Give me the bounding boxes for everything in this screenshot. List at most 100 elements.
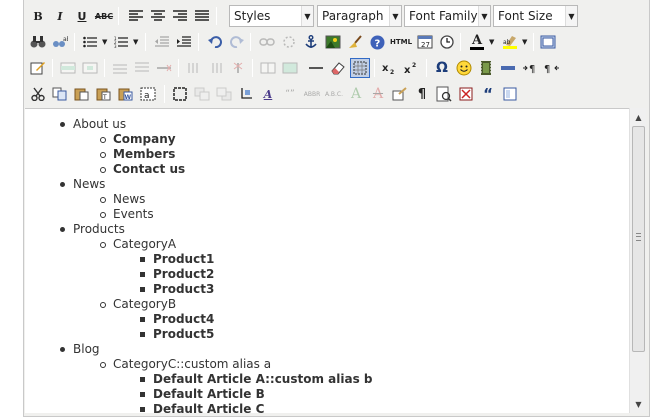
cell-props-button[interactable]: [80, 58, 100, 78]
nonbreaking-space-button[interactable]: [498, 58, 518, 78]
unlink-button[interactable]: [279, 32, 299, 52]
row-props-button[interactable]: [58, 58, 78, 78]
font-color-button[interactable]: A: [467, 32, 487, 52]
help-button[interactable]: ?: [367, 32, 387, 52]
list-item[interactable]: News: [73, 177, 105, 191]
attributes-button[interactable]: [390, 84, 410, 104]
list-item[interactable]: CategoryA: [113, 237, 176, 251]
chevron-down-icon[interactable]: ▼: [133, 38, 138, 46]
split-cells-button[interactable]: [258, 58, 278, 78]
insert-layer-button[interactable]: [170, 84, 190, 104]
list-item[interactable]: Company: [113, 132, 176, 146]
format-dropdown[interactable]: Paragraph ▼: [317, 5, 402, 27]
paste-word-button[interactable]: W: [116, 84, 136, 104]
paste-button[interactable]: [72, 84, 92, 104]
insert-time-button[interactable]: [437, 32, 457, 52]
subscript-button[interactable]: x2: [380, 58, 400, 78]
list-item[interactable]: Members: [113, 147, 175, 161]
indent-button[interactable]: [174, 32, 194, 52]
insert-row-after-button[interactable]: [132, 58, 152, 78]
image-button[interactable]: [323, 32, 343, 52]
copy-button[interactable]: [50, 84, 70, 104]
preview-button[interactable]: [500, 84, 520, 104]
ltr-button[interactable]: ¶: [520, 58, 540, 78]
list-item[interactable]: Product3: [153, 282, 214, 296]
cut-button[interactable]: [28, 84, 48, 104]
anchor-button[interactable]: [301, 32, 321, 52]
visual-chars-button[interactable]: ¶: [412, 84, 432, 104]
template-button[interactable]: [434, 84, 454, 104]
move-forward-button[interactable]: [192, 84, 212, 104]
chevron-down-icon[interactable]: ▼: [522, 38, 527, 46]
blockquote-button[interactable]: “: [478, 84, 498, 104]
align-right-button[interactable]: [170, 6, 190, 26]
outdent-button[interactable]: [152, 32, 172, 52]
visual-aid-button[interactable]: [350, 58, 370, 78]
vertical-scrollbar[interactable]: ▲ ▼: [629, 108, 646, 413]
edit-css-button[interactable]: [28, 58, 48, 78]
underline-button[interactable]: U: [72, 6, 92, 26]
paste-text-button[interactable]: T: [94, 84, 114, 104]
undo-button[interactable]: [205, 32, 225, 52]
fullscreen-button[interactable]: [538, 32, 558, 52]
rtl-button[interactable]: ¶: [542, 58, 562, 78]
list-item[interactable]: Blog: [73, 342, 100, 356]
redo-button[interactable]: [227, 32, 247, 52]
chevron-down-icon[interactable]: ▼: [102, 38, 107, 46]
absolute-button[interactable]: [236, 84, 256, 104]
list-item[interactable]: Default Article B: [153, 387, 265, 401]
abbr-button[interactable]: ABBR: [302, 84, 322, 104]
italic-button[interactable]: I: [50, 6, 70, 26]
merge-cells-button[interactable]: [280, 58, 300, 78]
styleprops-button[interactable]: A: [258, 84, 278, 104]
list-item[interactable]: News: [113, 192, 145, 206]
acronym-button[interactable]: A.B.C.: [324, 84, 344, 104]
list-item[interactable]: CategoryB: [113, 297, 176, 311]
insert-row-before-button[interactable]: [110, 58, 130, 78]
styles-dropdown[interactable]: Styles ▼: [229, 5, 314, 27]
list-item[interactable]: Products: [73, 222, 125, 236]
insert-col-before-button[interactable]: [184, 58, 204, 78]
chevron-down-icon[interactable]: ▼: [489, 38, 494, 46]
list-item[interactable]: Product4: [153, 312, 214, 326]
strikethrough-button[interactable]: ABC: [94, 6, 114, 26]
font-family-dropdown[interactable]: Font Family ▼: [404, 5, 491, 27]
link-button[interactable]: [257, 32, 277, 52]
insert-col-after-button[interactable]: [206, 58, 226, 78]
list-item[interactable]: About us: [73, 117, 126, 131]
highlight-color-button[interactable]: ab: [500, 32, 520, 52]
cleanup-button[interactable]: [345, 32, 365, 52]
insert-date-button[interactable]: 27: [415, 32, 435, 52]
horizontal-rule-button[interactable]: [306, 58, 326, 78]
delete-col-button[interactable]: [228, 58, 248, 78]
font-size-dropdown[interactable]: Font Size ▼: [493, 5, 578, 27]
list-item[interactable]: Events: [113, 207, 154, 221]
find-button[interactable]: [28, 32, 48, 52]
special-char-button[interactable]: Ω: [432, 58, 452, 78]
cite-button[interactable]: “”: [280, 84, 300, 104]
delete-text-button[interactable]: A: [346, 84, 366, 104]
list-item[interactable]: Default Article A::custom alias b: [153, 372, 373, 386]
bold-button[interactable]: B: [28, 6, 48, 26]
insert-text-button[interactable]: A: [368, 84, 388, 104]
delete-row-button[interactable]: [154, 58, 174, 78]
editor-content-area[interactable]: About us Company Members Contact us News News…: [25, 108, 629, 413]
remove-format-button[interactable]: [328, 58, 348, 78]
superscript-button[interactable]: x2: [402, 58, 422, 78]
bullet-list-button[interactable]: [80, 32, 100, 52]
align-center-button[interactable]: [148, 6, 168, 26]
select-all-button[interactable]: a: [138, 84, 158, 104]
list-item[interactable]: Contact us: [113, 162, 185, 176]
list-item[interactable]: Default Article C: [153, 402, 264, 413]
list-item[interactable]: Product5: [153, 327, 214, 341]
align-left-button[interactable]: [126, 6, 146, 26]
emoticons-button[interactable]: [454, 58, 474, 78]
scroll-up-icon[interactable]: ▲: [630, 109, 647, 125]
scrollbar-thumb[interactable]: [632, 126, 645, 352]
replace-button[interactable]: ab: [50, 32, 70, 52]
list-item[interactable]: Product1: [153, 252, 214, 266]
media-button[interactable]: [476, 58, 496, 78]
html-source-button[interactable]: HTML: [389, 32, 413, 52]
list-item[interactable]: Product2: [153, 267, 214, 281]
numbered-list-button[interactable]: 123: [111, 32, 131, 52]
